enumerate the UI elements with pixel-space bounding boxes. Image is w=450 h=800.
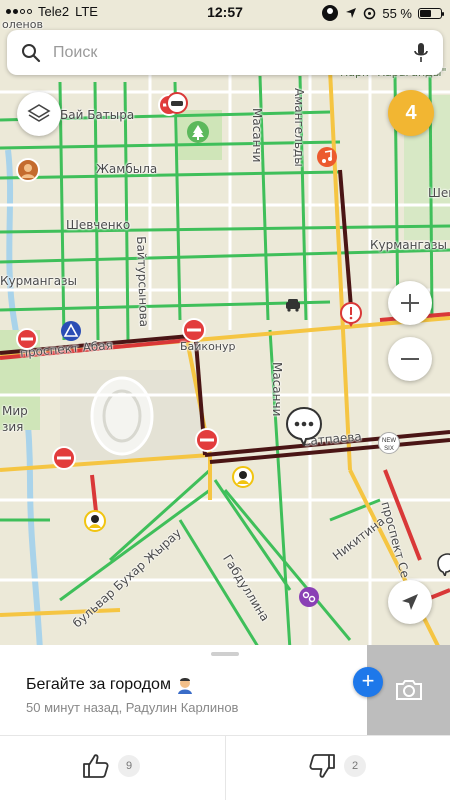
- map-view[interactable]: оленов Парк "Караганды" Бай Батыра Жамбы…: [0, 0, 450, 650]
- traffic-score-badge[interactable]: 4: [388, 90, 434, 136]
- event-time: 50 минут назад: [26, 700, 119, 715]
- my-location-button[interactable]: [388, 580, 432, 624]
- drag-handle[interactable]: [211, 652, 239, 656]
- add-comment-button[interactable]: +: [353, 667, 383, 697]
- accident-icon[interactable]: [166, 92, 188, 119]
- event-meta: 50 минут назад, Радулин Карлинов: [26, 700, 238, 715]
- street-label: Жамбыла: [96, 162, 158, 176]
- search-input[interactable]: Поиск: [53, 44, 413, 62]
- street-label: Курмангазы: [370, 238, 448, 252]
- thumbs-up-icon: [83, 754, 109, 778]
- divider: [225, 736, 226, 800]
- new-six-badge[interactable]: NEW SIX: [378, 432, 400, 454]
- police-triangle-icon[interactable]: [60, 320, 82, 347]
- status-bar: Tele2 LTE 12:57 55 %: [0, 0, 450, 24]
- chat-bubble-icon[interactable]: [436, 552, 450, 581]
- navigation-arrow-icon: [402, 594, 418, 610]
- layers-button[interactable]: [17, 92, 61, 136]
- plus-icon: [401, 294, 419, 312]
- street-label: Масанчи: [250, 108, 264, 163]
- layers-icon: [27, 104, 51, 122]
- meta-separator: ,: [118, 700, 126, 715]
- like-button[interactable]: 9: [82, 753, 140, 779]
- location-arrow-icon: [346, 8, 357, 18]
- person-emoji-icon: [177, 678, 192, 694]
- street-label: Мир: [2, 404, 28, 418]
- road-closed-icon[interactable]: [182, 318, 206, 347]
- street-label: Бай Батыра: [60, 108, 135, 122]
- like-count: 9: [118, 755, 140, 777]
- dislike-count: 2: [344, 755, 366, 777]
- search-bar[interactable]: Поиск: [7, 30, 443, 75]
- warning-icon[interactable]: [340, 302, 362, 333]
- chat-bubble-icon[interactable]: [284, 406, 324, 451]
- camera-icon: [395, 680, 422, 700]
- alarm-icon: [364, 7, 376, 19]
- dislike-button[interactable]: 2: [308, 753, 366, 779]
- search-icon: [22, 43, 41, 62]
- battery-icon: [418, 7, 444, 19]
- zoom-in-button[interactable]: [388, 281, 432, 325]
- street-label: зия: [2, 420, 24, 434]
- event-author[interactable]: Радулин Карлинов: [126, 700, 239, 715]
- user-avatar-icon[interactable]: [84, 510, 106, 537]
- music-icon[interactable]: [316, 146, 338, 173]
- user-avatar-icon[interactable]: [16, 158, 40, 187]
- battery-percent: 55 %: [382, 5, 412, 21]
- street-label: Шев: [428, 186, 450, 200]
- park-tree-icon: [186, 120, 210, 149]
- event-card[interactable]: Бегайте за городом 50 минут назад, Радул…: [0, 645, 450, 800]
- user-status-icon: [322, 5, 339, 21]
- road-closed-icon[interactable]: [52, 446, 76, 475]
- user-avatar-icon[interactable]: [232, 466, 254, 493]
- street-label: Курмангазы: [0, 274, 78, 288]
- place-icon[interactable]: [298, 586, 320, 613]
- street-label: Масанчи: [270, 362, 284, 417]
- event-title-text: Бегайте за городом: [26, 676, 171, 693]
- zoom-out-button[interactable]: [388, 337, 432, 381]
- minus-icon: [401, 358, 419, 360]
- microphone-icon[interactable]: [413, 42, 429, 64]
- thumbs-down-icon: [309, 754, 335, 778]
- street-label: Амангельды: [292, 88, 306, 167]
- road-closed-icon[interactable]: [16, 328, 38, 355]
- street-label: Шевченко: [66, 218, 131, 232]
- event-title: Бегайте за городом: [26, 675, 195, 695]
- car-icon: [284, 298, 302, 317]
- road-closed-icon[interactable]: [195, 428, 219, 457]
